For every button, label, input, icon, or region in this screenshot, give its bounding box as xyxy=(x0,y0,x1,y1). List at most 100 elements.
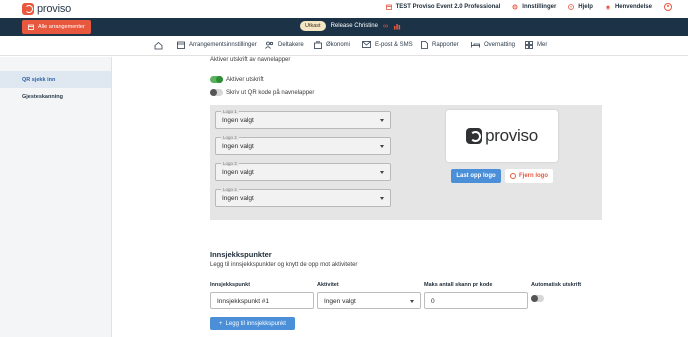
print-toggle-label: Aktiver utskrift xyxy=(226,76,264,83)
nav-email-sms[interactable]: E-post & SMS xyxy=(362,41,413,48)
add-checkpoint-label: Legg til innsjekkspunkt xyxy=(225,320,286,327)
help-icon: ? xyxy=(568,4,575,10)
logo-3-value: Ingen valgt xyxy=(222,169,254,176)
plus-icon: + xyxy=(219,320,223,327)
finance-icon xyxy=(314,41,322,49)
logo-3-label: Logo 3 xyxy=(221,161,239,166)
remove-logo-button[interactable]: Fjern logo xyxy=(505,169,553,183)
checkpoint-name-input[interactable]: Innsjekkspunkt #1 xyxy=(210,292,314,309)
help-label: Hjelp xyxy=(578,4,593,10)
report-icon xyxy=(421,41,428,49)
settings-label: Innstillinger xyxy=(522,4,557,10)
top-right-menu: TEST Proviso Event 2.0 Professional Inns… xyxy=(385,3,672,11)
help-link[interactable]: ? Hjelp xyxy=(568,4,593,10)
nav-home[interactable] xyxy=(154,41,163,50)
logo-settings-panel: Logo 1 Ingen valgt Logo 2 Ingen valgt Lo… xyxy=(210,105,602,220)
settings-link[interactable]: Innstillinger xyxy=(512,4,556,10)
inquiry-link[interactable]: Henvendelse xyxy=(605,4,652,10)
nav-label: Arrangementsinnstillinger xyxy=(189,42,257,48)
toggle-print-row: Aktiver utskrift xyxy=(210,76,264,83)
home-icon xyxy=(154,41,163,50)
col-activity-header: Aktivitet xyxy=(317,282,339,288)
checkpoints-title: Innsjekkspunkter xyxy=(210,250,272,259)
col-auto-print-header: Automatisk utskrift xyxy=(531,282,582,288)
calendar-icon xyxy=(28,24,34,30)
sidebar-item-guest-scanning[interactable]: Gjesteskanning xyxy=(0,88,111,105)
badge-print-heading: Aktiver utskrift av navnelapper xyxy=(210,57,291,63)
nav-label: Overnatting xyxy=(484,41,516,48)
nav-label: Rapporter xyxy=(432,42,459,48)
nav-accommodation[interactable]: Overnatting xyxy=(471,41,515,48)
event-status: Utkast Release Christine ∞ xyxy=(300,21,401,31)
preview-logo-text: proviso xyxy=(485,126,538,145)
proviso-logo-icon xyxy=(22,3,34,15)
nav-finance[interactable]: Økonomi xyxy=(314,41,350,49)
col-checkpoint-header: Innsjekkspunkt xyxy=(210,282,251,288)
chevron-down-icon xyxy=(380,119,384,122)
brand-logo[interactable]: proviso xyxy=(22,3,71,15)
activity-value: Ingen valgt xyxy=(324,298,356,305)
svg-text:?: ? xyxy=(570,5,572,9)
mail-icon xyxy=(362,41,371,48)
nav-label: Deltakere xyxy=(278,42,304,48)
main-content: Aktiver utskrift av navnelapper Aktiver … xyxy=(112,57,688,337)
col-max-scans-header: Maks antall skann pr kode xyxy=(424,282,493,288)
logo-1-value: Ingen valgt xyxy=(222,117,254,124)
nav-label: Økonomi xyxy=(326,42,351,48)
logo-2-label: Logo 2 xyxy=(221,135,239,140)
event-bar: Alle arrangementer Utkast Release Christ… xyxy=(0,18,688,36)
chevron-down-icon xyxy=(380,171,384,174)
nav-more[interactable]: Mer xyxy=(525,41,547,49)
chevron-down-icon xyxy=(380,145,384,148)
toggle-qr-row: Skriv ut QR kode på navnelapper xyxy=(210,89,314,96)
bell-icon xyxy=(605,5,610,10)
gear-icon xyxy=(512,4,518,10)
chevron-down-icon xyxy=(380,197,384,200)
logo-3-select[interactable]: Logo 3 Ingen valgt xyxy=(215,161,391,181)
logo-4-value: Ingen valgt xyxy=(222,195,254,202)
sidebar-item-qr-checkin[interactable]: QR sjekk inn xyxy=(0,71,111,88)
logo-2-select[interactable]: Logo 2 Ingen valgt xyxy=(215,135,391,155)
checkpoint-name-value: Innsjekkspunkt #1 xyxy=(217,298,270,305)
add-checkpoint-button[interactable]: + Legg til innsjekkspunkt xyxy=(210,317,295,330)
bar-chart-icon[interactable] xyxy=(393,22,401,30)
max-scans-input[interactable]: 0 xyxy=(424,292,528,309)
proviso-logo-icon xyxy=(466,128,483,144)
activity-select[interactable]: Ingen valgt xyxy=(317,292,421,309)
auto-print-row xyxy=(531,295,544,302)
sidebar: QR sjekk inn Gjesteskanning xyxy=(0,57,112,337)
remove-logo-label: Fjern logo xyxy=(519,173,548,179)
bed-icon xyxy=(471,42,480,48)
logo-2-value: Ingen valgt xyxy=(222,143,254,150)
logo-1-select[interactable]: Logo 1 Ingen valgt xyxy=(215,109,391,129)
nav-event-settings[interactable]: Arrangementsinnstillinger xyxy=(177,41,257,49)
inquiry-label: Henvendelse xyxy=(614,4,652,10)
logo-1-label: Logo 1 xyxy=(221,109,239,114)
grid-icon xyxy=(525,41,533,49)
current-event-link[interactable]: TEST Proviso Event 2.0 Professional xyxy=(385,4,501,10)
logo-4-label: Logo 4 xyxy=(221,187,239,192)
nav-reports[interactable]: Rapporter xyxy=(421,41,459,49)
nav-participants[interactable]: Deltakere xyxy=(265,41,304,49)
print-toggle[interactable] xyxy=(210,76,223,83)
upload-logo-button[interactable]: Last opp logo xyxy=(451,169,501,183)
qr-toggle[interactable] xyxy=(210,89,223,96)
calendar-icon xyxy=(385,4,392,10)
top-bar: proviso TEST Proviso Event 2.0 Professio… xyxy=(0,0,688,18)
current-event-label: TEST Proviso Event 2.0 Professional xyxy=(395,4,501,10)
logo-4-select[interactable]: Logo 4 Ingen valgt xyxy=(215,187,391,207)
event-owner: Release Christine xyxy=(330,23,378,29)
remove-icon xyxy=(510,173,516,179)
user-avatar-icon[interactable] xyxy=(664,3,672,11)
chevron-down-icon xyxy=(410,300,414,303)
checkpoints-description: Legg til innsjekkspunkter og knytt de op… xyxy=(210,262,358,268)
all-events-label: Alle arrangementer xyxy=(38,24,85,30)
max-scans-value: 0 xyxy=(431,298,435,305)
link-icon[interactable]: ∞ xyxy=(383,23,388,30)
nav-label: E-post & SMS xyxy=(375,41,413,48)
auto-print-toggle[interactable] xyxy=(531,295,544,302)
all-events-button[interactable]: Alle arrangementer xyxy=(22,20,91,34)
brand-name: proviso xyxy=(37,3,72,15)
people-icon xyxy=(265,41,274,49)
nav-label: Mer xyxy=(537,42,548,48)
